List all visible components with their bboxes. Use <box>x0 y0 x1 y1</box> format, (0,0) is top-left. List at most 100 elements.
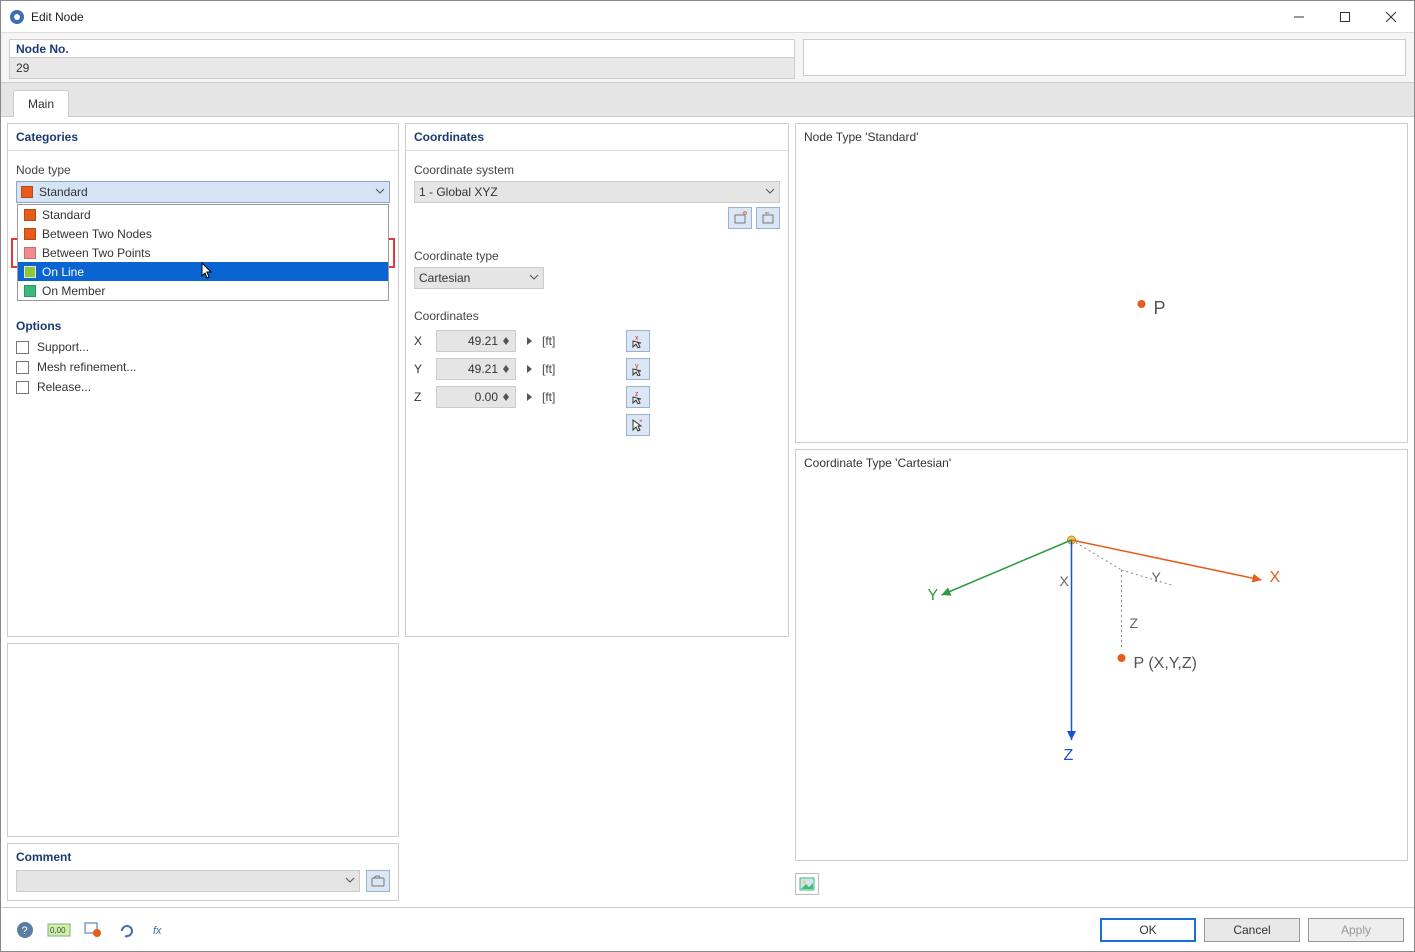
pick-y-button[interactable]: y <box>626 358 650 380</box>
chevron-down-icon <box>375 185 385 199</box>
node-number-label: Node No. <box>9 39 795 57</box>
step-button[interactable] <box>522 365 536 373</box>
axis-label-x: X <box>414 334 430 348</box>
svg-text:X: X <box>1060 573 1070 589</box>
release-checkbox[interactable]: Release... <box>16 377 390 397</box>
comment-panel: Comment <box>7 843 399 901</box>
content-area: Categories Node type Standard Standard <box>1 117 1414 907</box>
help-button[interactable]: ? <box>11 917 39 943</box>
blank-panel <box>7 643 399 837</box>
option-label: On Line <box>42 265 84 279</box>
node-number-value: 29 <box>16 61 29 75</box>
axis-label-y: Y <box>414 362 430 376</box>
tab-strip: Main <box>1 83 1414 117</box>
x-spinner[interactable]: 49.21 <box>436 330 516 352</box>
checkbox-icon <box>16 361 29 374</box>
node-type-select[interactable]: Standard Standard Between Two Nodes <box>16 181 390 203</box>
swatch-icon <box>24 285 36 297</box>
svg-text:fx: fx <box>153 925 162 937</box>
coord-values-label: Coordinates <box>414 303 780 327</box>
node-type-option-between-two-points[interactable]: Between Two Points <box>18 243 388 262</box>
apply-button[interactable]: Apply <box>1308 918 1404 942</box>
unit-label: [ft] <box>542 390 564 404</box>
node-type-preview: Node Type 'Standard' P <box>795 123 1408 443</box>
header-preview-box <box>803 39 1406 76</box>
unit-label: [ft] <box>542 362 564 376</box>
x-value: 49.21 <box>441 334 501 348</box>
coord-system-label: Coordinate system <box>414 157 780 181</box>
cancel-button[interactable]: Cancel <box>1204 918 1300 942</box>
node-type-option-on-line[interactable]: On Line <box>18 262 388 281</box>
svg-text:X: X <box>1270 569 1281 586</box>
option-label: Between Two Points <box>42 246 151 260</box>
preview-cartesian-label: Coordinate Type 'Cartesian' <box>804 456 1399 470</box>
svg-text:P (X,Y,Z): P (X,Y,Z) <box>1134 655 1197 672</box>
edit-node-dialog: Edit Node Node No. 29 Main Categories No… <box>0 0 1415 952</box>
option-label: Standard <box>42 208 91 222</box>
swatch-icon <box>24 228 36 240</box>
option-label: On Member <box>42 284 105 298</box>
close-button[interactable] <box>1368 2 1414 32</box>
spinner-arrows-icon <box>501 337 511 345</box>
option-label: Between Two Nodes <box>42 227 152 241</box>
coord-row-y: Y 49.21 [ft] y <box>414 355 780 383</box>
z-spinner[interactable]: 0.00 <box>436 386 516 408</box>
maximize-button[interactable] <box>1322 2 1368 32</box>
node-type-option-standard[interactable]: Standard <box>18 205 388 224</box>
pick-point-button[interactable]: × <box>626 414 650 436</box>
node-type-label: Node type <box>16 157 390 181</box>
y-value: 49.21 <box>441 362 501 376</box>
step-button[interactable] <box>522 393 536 401</box>
coord-system-select[interactable]: 1 - Global XYZ <box>414 181 780 203</box>
comment-header: Comment <box>8 844 398 870</box>
window-title: Edit Node <box>31 10 84 24</box>
support-checkbox[interactable]: Support... <box>16 337 390 357</box>
ok-button[interactable]: OK <box>1100 918 1196 942</box>
svg-text:x: x <box>635 335 639 342</box>
pick-x-button[interactable]: x <box>626 330 650 352</box>
categories-header: Categories <box>8 124 398 151</box>
comment-browse-button[interactable] <box>366 870 390 892</box>
node-type-dropdown: Standard Between Two Nodes Between Two P… <box>17 204 389 301</box>
unit-label: [ft] <box>542 334 564 348</box>
spinner-arrows-icon <box>501 393 511 401</box>
fx-button[interactable]: fx <box>147 917 175 943</box>
svg-text:P: P <box>1154 298 1166 318</box>
coord-row-z: Z 0.00 [ft] z <box>414 383 780 411</box>
step-button[interactable] <box>522 337 536 345</box>
coord-type-preview: Coordinate Type 'Cartesian' X Y <box>795 449 1408 861</box>
coord-type-select[interactable]: Cartesian <box>414 267 544 289</box>
node-type-selected: Standard <box>39 185 88 199</box>
mesh-refinement-checkbox[interactable]: Mesh refinement... <box>16 357 390 377</box>
preview-standard-label: Node Type 'Standard' <box>804 130 1399 144</box>
header-strip: Node No. 29 <box>1 33 1414 83</box>
coord-type-label: Coordinate type <box>414 243 780 267</box>
coord-system-value: 1 - Global XYZ <box>419 185 498 199</box>
node-number-input[interactable]: 29 <box>9 57 795 79</box>
y-spinner[interactable]: 49.21 <box>436 358 516 380</box>
node-type-option-between-two-nodes[interactable]: Between Two Nodes <box>18 224 388 243</box>
preview-image-button[interactable] <box>795 873 819 895</box>
comment-select[interactable] <box>16 870 360 892</box>
node-type-option-on-member[interactable]: On Member <box>18 281 388 300</box>
new-coord-system-button[interactable] <box>728 207 752 229</box>
coord-row-x: X 49.21 [ft] x <box>414 327 780 355</box>
units-button[interactable]: 0,00 <box>45 917 73 943</box>
minimize-button[interactable] <box>1276 2 1322 32</box>
svg-text:Y: Y <box>1152 569 1162 585</box>
coordinates-header: Coordinates <box>406 124 788 151</box>
svg-text:Z: Z <box>1130 615 1139 631</box>
mesh-label: Mesh refinement... <box>37 360 136 374</box>
sync-button[interactable] <box>113 917 141 943</box>
checkbox-icon <box>16 341 29 354</box>
svg-text:Z: Z <box>1064 747 1074 764</box>
coord-row-pick: × <box>414 411 780 439</box>
tab-main[interactable]: Main <box>13 90 69 117</box>
axis-label-z: Z <box>414 390 430 404</box>
edit-coord-system-button[interactable] <box>756 207 780 229</box>
chevron-down-icon <box>345 874 355 888</box>
display-button[interactable] <box>79 917 107 943</box>
release-label: Release... <box>37 380 91 394</box>
spinner-arrows-icon <box>501 365 511 373</box>
pick-z-button[interactable]: z <box>626 386 650 408</box>
